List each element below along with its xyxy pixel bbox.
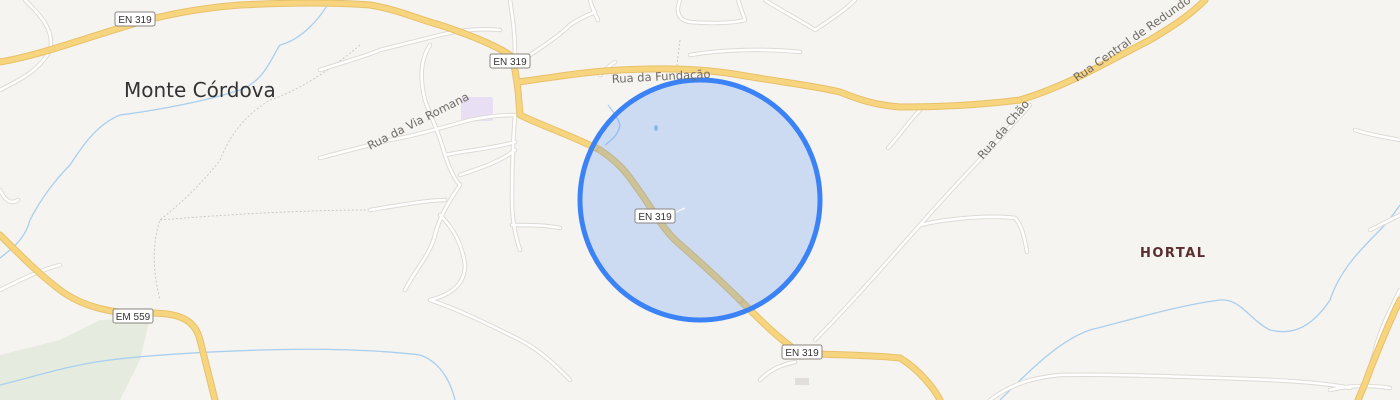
place-label-monte-cordova: Monte Córdova: [124, 78, 276, 102]
building: [795, 378, 809, 385]
route-shield-label: EN 319: [638, 212, 672, 223]
route-shield-en319-mid: EN 319: [489, 53, 531, 69]
route-shield-label: EN 319: [118, 15, 152, 26]
route-shield-label: EN 319: [785, 348, 819, 359]
route-shield-en319-bottom: EN 319: [781, 344, 823, 360]
pond: [654, 125, 658, 131]
route-shield-em559: EM 559: [112, 308, 154, 324]
location-accuracy-circle-icon[interactable]: [577, 77, 823, 323]
route-shield-en319-center: EN 319: [634, 208, 676, 224]
map-svg: Rua da Via Romana Rua da Fundação Rua da…: [0, 0, 1400, 400]
route-shield-label: EN 319: [493, 57, 527, 68]
route-shield-label: EM 559: [116, 312, 151, 323]
place-label-hortal: HORTAL: [1140, 246, 1207, 261]
map-canvas[interactable]: Rua da Via Romana Rua da Fundação Rua da…: [0, 0, 1400, 400]
route-shield-en319-top: EN 319: [114, 11, 156, 27]
